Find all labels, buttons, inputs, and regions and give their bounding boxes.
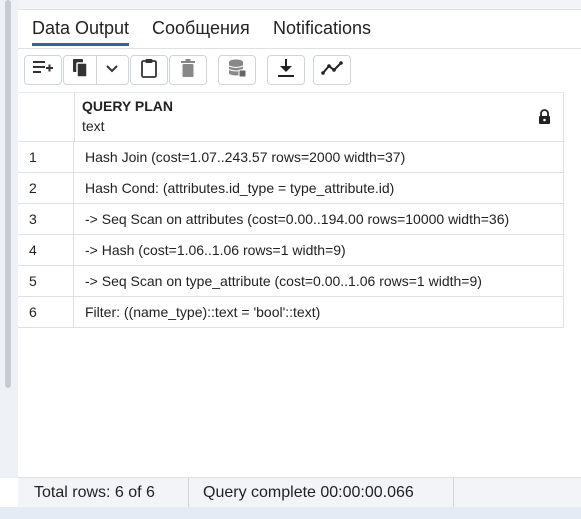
paste-button[interactable] <box>130 55 168 85</box>
copy-options-dropdown[interactable] <box>97 56 129 84</box>
tab-messages[interactable]: Сообщения <box>152 18 250 39</box>
query-plan-cell[interactable]: -> Hash (cost=1.06..1.06 rows=1 width=9) <box>85 235 346 265</box>
row-number-header[interactable] <box>18 93 75 142</box>
tab-data-output[interactable]: Data Output <box>32 18 130 46</box>
paste-icon <box>140 58 158 83</box>
query-plan-cell[interactable]: Hash Join (cost=1.07..243.57 rows=2000 w… <box>85 142 405 172</box>
status-divider <box>453 478 454 508</box>
total-rows-status: Total rows: 6 of 6 <box>34 484 155 501</box>
table-row[interactable]: 6 Filter: ((name_type)::text = 'bool'::t… <box>18 297 564 328</box>
status-divider <box>188 478 189 508</box>
query-plan-cell[interactable]: Hash Cond: (attributes.id_type = type_at… <box>85 173 394 203</box>
results-toolbar <box>18 49 581 93</box>
grid-header: QUERY PLAN text <box>18 92 564 142</box>
graph-visualiser-button[interactable] <box>313 55 351 85</box>
copy-button[interactable] <box>64 56 97 84</box>
row-number: 2 <box>18 173 74 203</box>
row-number: 3 <box>18 204 74 234</box>
bottom-edge <box>0 507 581 519</box>
row-number: 1 <box>18 142 74 172</box>
delete-button[interactable] <box>169 55 207 85</box>
copy-button-group <box>63 55 129 85</box>
lock-icon <box>538 109 551 130</box>
query-plan-cell[interactable]: Filter: ((name_type)::text = 'bool'::tex… <box>85 297 320 327</box>
table-row[interactable]: 3 -> Seq Scan on attributes (cost=0.00..… <box>18 204 564 235</box>
status-bar: Total rows: 6 of 6 Query complete 00:00:… <box>18 477 581 508</box>
row-number: 6 <box>18 297 74 327</box>
chevron-down-icon <box>105 61 119 79</box>
grid-right-border <box>563 92 564 328</box>
row-number: 5 <box>18 266 74 296</box>
result-tabs: Data Output Сообщения Notifications <box>18 10 581 49</box>
table-row[interactable]: 1 Hash Join (cost=1.07..243.57 rows=2000… <box>18 142 564 173</box>
column-name[interactable]: QUERY PLAN <box>82 98 173 114</box>
add-row-button[interactable] <box>24 55 62 85</box>
delete-icon <box>180 58 196 83</box>
tab-notifications[interactable]: Notifications <box>273 18 371 39</box>
add-row-icon <box>32 59 54 82</box>
row-number: 4 <box>18 235 74 265</box>
vertical-scrollbar[interactable] <box>0 0 18 478</box>
table-row[interactable]: 4 -> Hash (cost=1.06..1.06 rows=1 width=… <box>18 235 564 266</box>
graph-visualiser-icon <box>321 60 343 81</box>
table-row[interactable]: 2 Hash Cond: (attributes.id_type = type_… <box>18 173 564 204</box>
query-complete-status: Query complete 00:00:00.066 <box>203 484 414 501</box>
table-row[interactable]: 5 -> Seq Scan on type_attribute (cost=0.… <box>18 266 564 297</box>
download-button[interactable] <box>267 55 305 85</box>
query-plan-cell[interactable]: -> Seq Scan on type_attribute (cost=0.00… <box>85 266 482 296</box>
panel-top-edge <box>18 0 581 10</box>
scrollbar-thumb[interactable] <box>5 0 11 388</box>
save-data-button[interactable] <box>218 55 256 85</box>
query-plan-cell[interactable]: -> Seq Scan on attributes (cost=0.00..19… <box>85 204 509 234</box>
copy-icon <box>71 58 89 83</box>
download-icon <box>277 58 295 83</box>
column-type: text <box>82 118 105 134</box>
save-data-icon <box>227 58 247 83</box>
